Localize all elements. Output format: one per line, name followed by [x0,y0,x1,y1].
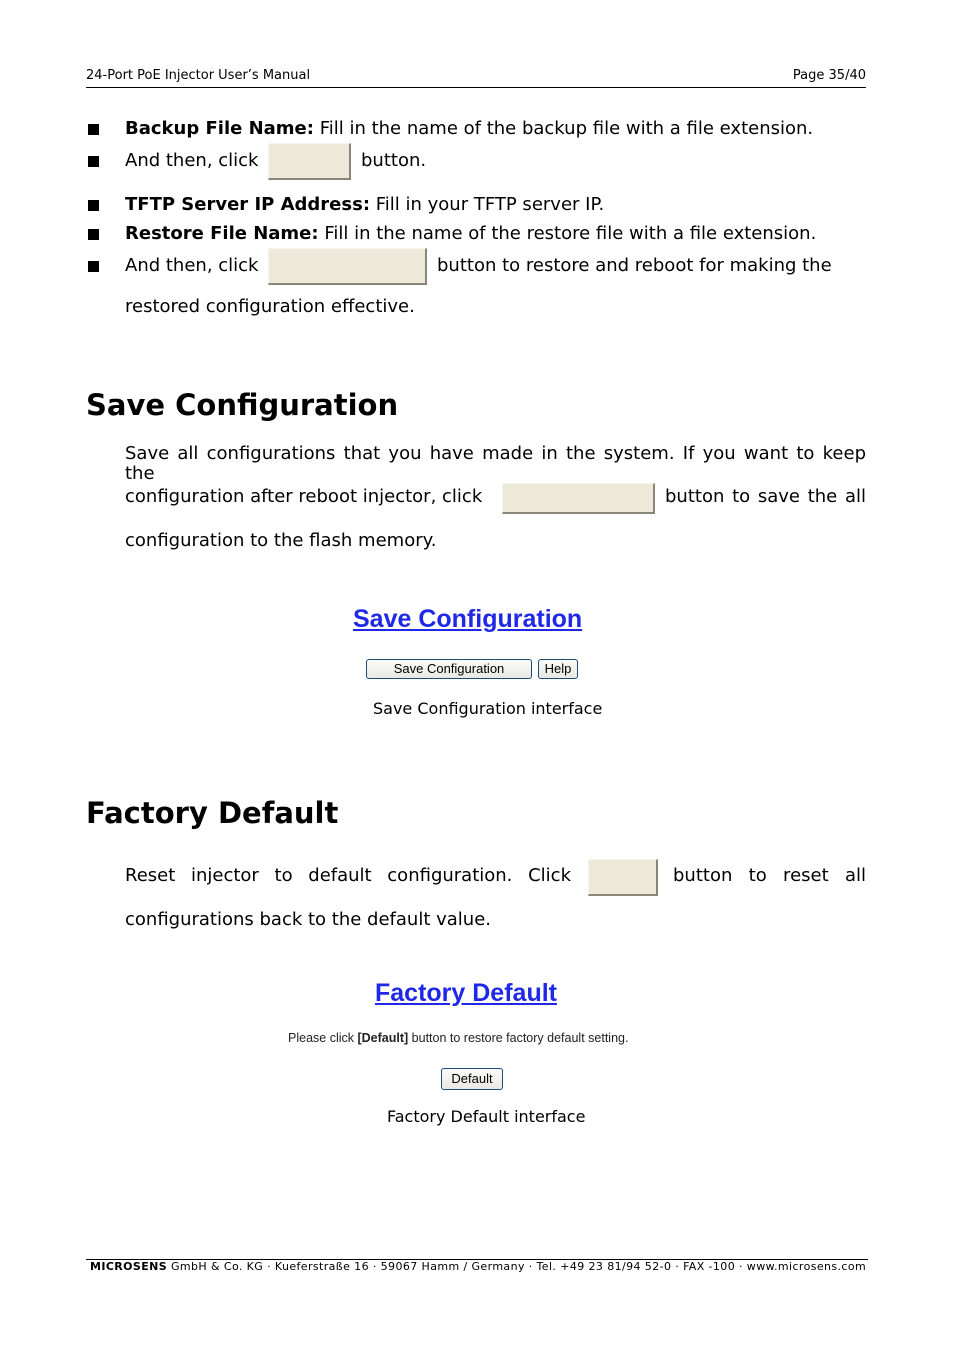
save-configuration-inline-button[interactable] [502,483,655,514]
factory-paragraph-line1-after: button to reset all [673,865,866,886]
bullet-restore-continuation: restored configuration effective. [125,296,415,317]
factory-interface-instruction: Please click [Default] button to restore… [288,1031,629,1045]
save-paragraph-line2-before: configuration after reboot injector, cli… [125,486,483,507]
page-footer: MICROSENS GmbH & Co. KG · Kueferstraße 1… [90,1260,866,1273]
bullet-backup-file-name: Backup File Name: Fill in the name of th… [125,118,814,139]
save-configuration-button[interactable]: Save Configuration [366,659,532,679]
manual-title: 24-Port PoE Injector User’s Manual [86,68,311,83]
save-paragraph-line1: Save all configurations that you have ma… [125,443,866,484]
restore-button[interactable] [268,248,427,285]
bullet-tftp-server-ip: TFTP Server IP Address: Fill in your TFT… [125,194,605,215]
bullet-icon [88,200,99,211]
bullet-restore-after-text: button to restore and reboot for making … [437,255,832,276]
default-button[interactable]: Default [441,1068,503,1090]
bullet-icon [88,261,99,272]
save-paragraph-line2-after: button to save the all [665,486,866,507]
bullet-icon [88,156,99,167]
backup-button[interactable] [268,143,351,180]
save-interface-caption: Save Configuration interface [373,699,603,718]
default-inline-button[interactable] [588,859,658,896]
company-name: MICROSENS [90,1260,168,1273]
bullet-icon [88,124,99,135]
factory-interface-caption: Factory Default interface [387,1107,586,1126]
factory-interface-title: Factory Default [375,979,557,1007]
bullet-backup-after-text: button. [361,150,427,171]
save-paragraph-line3: configuration to the flash memory. [125,530,437,551]
section-heading-factory-default: Factory Default [86,796,339,830]
section-heading-save-configuration: Save Configuration [86,388,399,422]
factory-paragraph-line2: configurations back to the default value… [125,909,491,930]
bullet-backup-click-text: And then, click [125,150,259,171]
factory-paragraph-line1-before: Reset injector to default configuration.… [125,865,571,886]
bullet-restore-file-name: Restore File Name: Fill in the name of t… [125,223,817,244]
page-header: 24-Port PoE Injector User’s Manual Page … [86,68,866,88]
help-button[interactable]: Help [538,659,578,679]
bullet-restore-click-text: And then, click [125,255,259,276]
bullet-icon [88,229,99,240]
page-number: Page 35/40 [792,68,866,83]
save-interface-title: Save Configuration [353,605,583,633]
company-address: GmbH & Co. KG · Kueferstraße 16 · 59067 … [167,1260,867,1273]
